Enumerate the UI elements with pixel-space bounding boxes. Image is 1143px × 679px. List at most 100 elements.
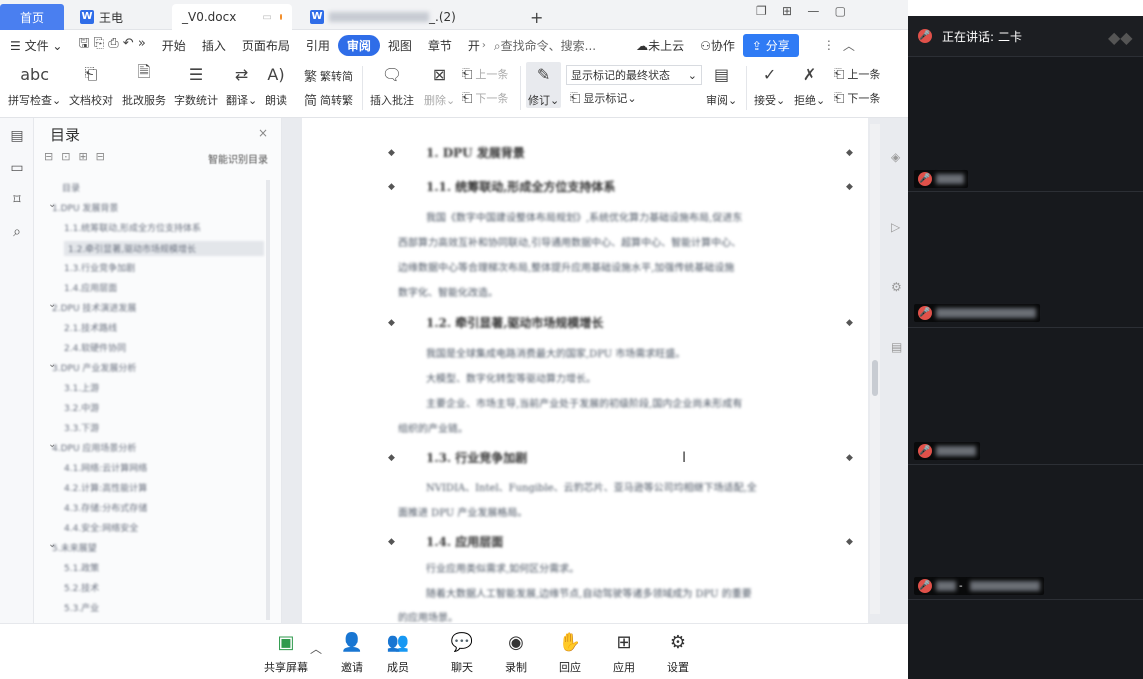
reject-button[interactable]: ✗ 拒绝⌄: [794, 62, 825, 108]
tab-document-1[interactable]: W 王电: [70, 4, 180, 30]
word-count-button[interactable]: ☰ 字数统计: [174, 62, 218, 108]
chat-button[interactable]: 💬 聊天: [450, 630, 474, 675]
record-button[interactable]: ◉ 录制: [504, 630, 528, 675]
maximize-icon[interactable]: ▢: [835, 4, 846, 18]
toc-item[interactable]: 3.3.下游: [64, 421, 99, 434]
apps-button[interactable]: ⊞ 应用: [612, 630, 636, 675]
react-button[interactable]: ✋ 回应: [558, 630, 582, 675]
folder-icon[interactable]: ▭: [9, 160, 25, 176]
toc-panel-icon[interactable]: ▤: [9, 128, 25, 144]
toc-item[interactable]: 2.4.软硬件协同: [64, 341, 126, 354]
toc-item[interactable]: 2.1.技术路线: [64, 321, 117, 334]
trad-to-simp-button[interactable]: 繁繁转简: [304, 66, 353, 86]
participant-tile[interactable]: [908, 599, 1143, 679]
search-icon[interactable]: ⌕: [9, 224, 25, 240]
next-change-button[interactable]: ⎗ 下一条: [834, 90, 880, 106]
share-button[interactable]: ⇪ 分享: [742, 33, 799, 57]
menu-insert[interactable]: 插入: [194, 37, 234, 54]
markup-mode-select[interactable]: 显示标记的最终状态 ⌄: [566, 65, 702, 85]
toc-item[interactable]: 目录: [62, 181, 80, 194]
minimize-icon[interactable]: —: [807, 4, 819, 18]
tab-home[interactable]: 首页: [0, 4, 64, 30]
close-icon[interactable]: ×: [258, 126, 268, 140]
invite-button[interactable]: 👤 邀请: [340, 630, 364, 675]
more-menu-icon[interactable]: ⋮: [815, 38, 843, 52]
review-pane-button[interactable]: ▤ 审阅⌄: [706, 62, 737, 108]
add-heading-icon[interactable]: ⊞: [78, 150, 95, 163]
tab-document-3[interactable]: W _.(2): [300, 4, 510, 30]
collab-button[interactable]: ⚇协作: [692, 37, 743, 54]
menu-more[interactable]: 开: [460, 37, 482, 54]
toc-item[interactable]: 5.2.技术: [64, 581, 99, 594]
toc-item[interactable]: 1.1.统筹联动,形成全方位支持体系: [64, 221, 201, 234]
toc-item[interactable]: 5.1.政策: [64, 561, 99, 574]
more-icon[interactable]: »: [138, 36, 146, 51]
doc-scrollbar[interactable]: [870, 124, 880, 614]
settings-button[interactable]: ⚙ 设置: [666, 630, 690, 675]
delete-comment-button[interactable]: ⊠ 删除⌄: [424, 62, 455, 108]
document-page[interactable]: 1. DPU 发展背景 1.1. 统筹联动,形成全方位支持体系 我国《数字中国建…: [302, 118, 868, 624]
restore-icon[interactable]: ❐: [756, 4, 767, 18]
toc-item[interactable]: 4.1.网络:云计算网络: [64, 461, 147, 474]
batch-service-button[interactable]: 🗎 批改服务: [122, 62, 166, 108]
print-icon[interactable]: ⎙: [108, 36, 118, 51]
menu-review[interactable]: 审阅: [337, 34, 380, 56]
toc-item[interactable]: 1.2.牵引显著,驱动市场规模增长: [64, 241, 264, 256]
toc-item[interactable]: 2.DPU 技术演进发展: [52, 301, 136, 314]
participant-tile[interactable]: 🎤: [908, 56, 1143, 191]
prev-change-button[interactable]: ⎗ 上一条: [834, 66, 880, 82]
save-icon[interactable]: 🖫: [78, 36, 89, 51]
grid-icon[interactable]: ⊞: [782, 4, 792, 18]
menu-start[interactable]: 开始: [154, 37, 194, 54]
toc-item[interactable]: 4.DPU 应用场景分析: [52, 441, 136, 454]
toc-item[interactable]: 3.1.上游: [64, 381, 99, 394]
toc-item[interactable]: 1.DPU 发展背景: [52, 201, 118, 214]
add-tab-button[interactable]: +: [520, 4, 550, 30]
members-button[interactable]: 👥 成员: [386, 630, 410, 675]
chevron-up-icon[interactable]: ︿: [310, 640, 322, 657]
toc-item[interactable]: 4.3.存储:分布式存储: [64, 501, 147, 514]
simp-to-trad-button[interactable]: 简简转繁: [304, 90, 353, 110]
participant-tile[interactable]: 🎤: [908, 191, 1143, 327]
accept-button[interactable]: ✓ 接受⌄: [754, 62, 785, 108]
toc-item[interactable]: 1.3.行业竞争加剧: [64, 261, 135, 274]
layout-icon[interactable]: ◆◆: [1108, 28, 1133, 47]
side-tool-icon[interactable]: ◈: [891, 150, 900, 164]
track-changes-button[interactable]: ✎ 修订⌄: [526, 62, 562, 108]
collapse-icon[interactable]: ⊡: [61, 150, 78, 163]
menu-view[interactable]: 视图: [380, 37, 420, 54]
bookmark-icon[interactable]: ⌑: [9, 192, 25, 208]
search-box[interactable]: ⌕查找命令、搜索...: [486, 37, 604, 54]
scrollbar-thumb[interactable]: [872, 360, 878, 396]
smart-toc-button[interactable]: 智能识别目录: [208, 151, 268, 166]
spell-check-button[interactable]: abc 拼写检查⌄: [8, 62, 61, 108]
menu-section[interactable]: 章节: [420, 37, 460, 54]
collapse-ribbon-icon[interactable]: ︿: [843, 37, 855, 54]
toc-item[interactable]: 3.2.中游: [64, 401, 99, 414]
toc-item[interactable]: 4.4.安全:网络安全: [64, 521, 138, 534]
participant-tile[interactable]: 🎤: [908, 327, 1143, 464]
tab-document-2[interactable]: _V0.docx ▭: [172, 4, 292, 30]
side-tool-icon[interactable]: ⚙: [891, 280, 902, 294]
prev-comment-button[interactable]: ⎗ 上一条: [462, 66, 508, 82]
toc-item[interactable]: 1.4.应用层面: [64, 281, 117, 294]
remove-heading-icon[interactable]: ⊟: [96, 150, 113, 163]
toc-item[interactable]: 4.2.计算:高性能计算: [64, 481, 147, 494]
show-markup-button[interactable]: ⎗ 显示标记 ⌄: [570, 90, 637, 106]
toc-scrollbar[interactable]: [266, 180, 270, 620]
export-icon[interactable]: ⎘: [94, 36, 104, 51]
undo-icon[interactable]: ↶: [123, 36, 134, 51]
doc-check-button[interactable]: ⎗ 文档校对: [69, 62, 113, 108]
read-aloud-button[interactable]: A) 朗读: [264, 62, 288, 108]
file-menu[interactable]: ☰ 文件 ⌄: [0, 37, 70, 54]
menu-layout[interactable]: 页面布局: [234, 37, 298, 54]
side-tool-icon[interactable]: ▷: [891, 220, 900, 234]
next-comment-button[interactable]: ⎗ 下一条: [462, 90, 508, 106]
toc-item[interactable]: 5.未来展望: [52, 541, 97, 554]
insert-comment-button[interactable]: 🗨 插入批注: [370, 62, 414, 108]
toc-item[interactable]: 5.3.产业: [64, 601, 99, 614]
menu-references[interactable]: 引用: [298, 37, 338, 54]
share-screen-button[interactable]: ▣ 共享屏幕: [264, 630, 308, 675]
cloud-status[interactable]: ☁未上云: [628, 37, 692, 54]
expand-all-icon[interactable]: ⊟: [44, 150, 61, 163]
